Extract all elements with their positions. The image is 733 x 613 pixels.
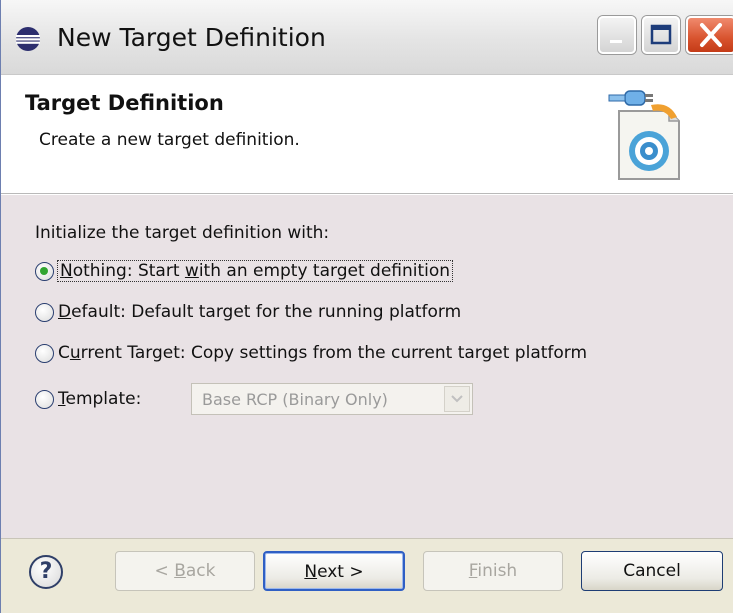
radio-option-default[interactable]: Default: Default target for the running …: [35, 297, 461, 327]
template-select[interactable]: Base RCP (Binary Only): [191, 383, 473, 415]
radio-button[interactable]: [35, 389, 54, 409]
cancel-button[interactable]: Cancel: [581, 551, 723, 591]
wizard-body: Initialize the target definition with: N…: [1, 194, 733, 539]
title-bar[interactable]: New Target Definition: [1, 0, 733, 75]
next-button[interactable]: Next >: [263, 551, 405, 591]
radio-option-current-target[interactable]: Current Target: Copy settings from the c…: [35, 338, 587, 368]
option-label-current-target: Current Target: Copy settings from the c…: [58, 343, 588, 363]
window-title: New Target Definition: [57, 23, 326, 52]
maximize-icon: [650, 24, 672, 45]
template-select-value: Base RCP (Binary Only): [202, 390, 388, 409]
wizard-header: Target Definition Create a new target de…: [1, 75, 733, 194]
help-button[interactable]: ?: [29, 555, 63, 589]
maximize-button[interactable]: [642, 16, 680, 54]
chevron-down-icon: [451, 394, 463, 402]
eclipse-icon: [16, 27, 40, 51]
close-icon: [700, 23, 722, 47]
option-label-template: Template:: [58, 389, 142, 409]
target-definition-wizard-icon: [608, 90, 680, 180]
dialog-window: New Target Definition Target Definition …: [0, 0, 733, 613]
button-bar: ? < Back Next > Finish Cancel: [1, 538, 733, 613]
option-label-default: Default: Default target for the running …: [58, 302, 462, 322]
close-button[interactable]: [686, 16, 733, 54]
minimize-icon: [610, 40, 622, 43]
help-icon: ?: [39, 559, 53, 584]
option-label-nothing: Nothing: Start with an empty target defi…: [56, 260, 454, 282]
radio-option-template[interactable]: Template:: [35, 384, 141, 414]
finish-button[interactable]: Finish: [423, 551, 563, 591]
minimize-button[interactable]: [598, 16, 636, 54]
page-description: Create a new target definition.: [39, 130, 300, 150]
radio-button-checked[interactable]: [35, 261, 54, 281]
radio-option-nothing[interactable]: Nothing: Start with an empty target defi…: [35, 256, 454, 286]
radio-button[interactable]: [35, 302, 54, 322]
initialize-label: Initialize the target definition with:: [35, 223, 330, 243]
dropdown-arrow-button[interactable]: [444, 386, 470, 412]
back-button[interactable]: < Back: [115, 551, 255, 591]
page-title: Target Definition: [25, 91, 224, 115]
radio-button[interactable]: [35, 343, 54, 363]
